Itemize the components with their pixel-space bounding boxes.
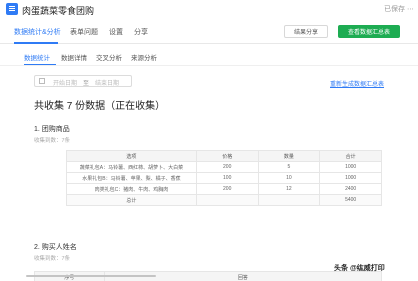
total-cell: 1000: [319, 161, 382, 173]
option-cell: 水果礼包B：马铃薯、苹果、梨、橘子、香蕉: [66, 172, 197, 184]
option-cell: 总计: [66, 194, 197, 206]
end-date-input[interactable]: 结束日期: [95, 78, 119, 87]
save-status: 已保存 ⋯: [384, 6, 414, 13]
question1-table: 选项 价格 数量 合计 蔬菜礼包A：马铃薯、西红柿、胡萝卜、大白菜 200 5 …: [66, 150, 382, 206]
share-results-button[interactable]: 结果分享: [284, 25, 328, 38]
collection-count-heading: 共收集 7 份数据（正在收集）: [34, 101, 166, 112]
tab-form-questions[interactable]: 表单问题: [70, 27, 98, 37]
price-cell: [195, 194, 259, 206]
total-cell: 2400: [319, 183, 382, 195]
table-header-row: 选项 价格 数量 合计: [66, 150, 382, 162]
subtab-details[interactable]: 数据详情: [61, 52, 87, 62]
subtab-cross-analysis[interactable]: 交叉分析: [96, 52, 122, 62]
horizontal-scrollbar[interactable]: [26, 275, 156, 277]
tab-data-stats[interactable]: 数据统计&分析: [14, 27, 61, 37]
column-header: 数量: [257, 150, 321, 162]
active-subtab-indicator: [24, 64, 56, 65]
title-bar: 肉蛋蔬菜零食团购 已保存 ⋯: [0, 0, 418, 20]
start-date-input[interactable]: 开始日期: [53, 78, 77, 87]
watermark: 头条 @纮威打印: [334, 265, 385, 272]
column-header: 价格: [195, 150, 259, 162]
option-cell: 肉类礼包C：猪肉、牛肉、鸡胸肉: [66, 183, 197, 195]
option-cell: 蔬菜礼包A：马铃薯、西红柿、胡萝卜、大白菜: [66, 161, 197, 173]
form-app-icon: [6, 3, 18, 15]
question-title: 1. 团购商品: [34, 126, 70, 133]
total-cell: 5400: [319, 194, 382, 206]
column-header: 合计: [319, 150, 382, 162]
table-row: 蔬菜礼包A：马铃薯、西红柿、胡萝卜、大白菜 200 5 1000: [66, 161, 382, 173]
sub-tabs: 数据统计 数据详情 交叉分析 来源分析: [0, 44, 418, 66]
tab-settings[interactable]: 设置: [109, 27, 123, 37]
subtab-statistics[interactable]: 数据统计: [24, 52, 50, 62]
date-range-picker[interactable]: 开始日期 至 结束日期: [34, 75, 132, 87]
table-row: 水果礼包B：马铃薯、苹果、梨、橘子、香蕉 100 10 1000: [66, 172, 382, 184]
table-row: 肉类礼包C：猪肉、牛肉、鸡胸肉 200 12 2400: [66, 183, 382, 195]
quantity-cell: 12: [257, 183, 321, 195]
subtab-source-analysis[interactable]: 来源分析: [131, 52, 157, 62]
question-title: 2. 购买人姓名: [34, 244, 77, 251]
date-separator: 至: [83, 81, 90, 87]
quantity-cell: 10: [257, 172, 321, 184]
question-collected-count: 收集到数：7条: [34, 138, 71, 144]
table-total-row: 总计 5400: [66, 194, 382, 206]
regenerate-summary-link[interactable]: 重新生成数据汇总表: [330, 79, 384, 88]
calendar-icon: [39, 78, 45, 84]
quantity-cell: [257, 194, 321, 206]
quantity-cell: 5: [257, 161, 321, 173]
column-header: 选项: [66, 150, 197, 162]
view-summary-button[interactable]: 查看数据汇总表: [338, 25, 400, 38]
price-cell: 200: [195, 161, 259, 173]
price-cell: 100: [195, 172, 259, 184]
total-cell: 1000: [319, 172, 382, 184]
price-cell: 200: [195, 183, 259, 195]
tab-share[interactable]: 分享: [134, 27, 148, 37]
question-collected-count: 收集到数：7条: [34, 256, 71, 262]
page-title: 肉蛋蔬菜零食团购: [22, 6, 95, 16]
